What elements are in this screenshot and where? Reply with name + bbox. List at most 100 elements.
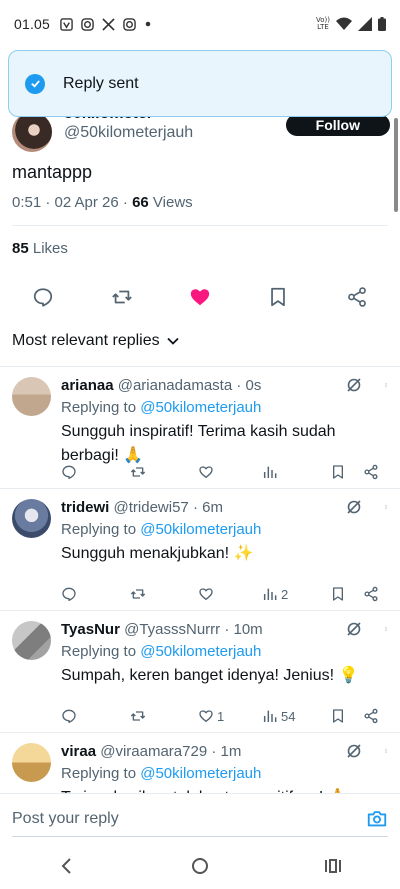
views-button[interactable]: 54	[262, 708, 330, 724]
reply-composer	[0, 793, 400, 843]
grok-icon[interactable]	[346, 377, 362, 393]
input-underline	[12, 836, 388, 837]
like-icon	[199, 466, 213, 478]
status-time: 01.05	[14, 16, 51, 32]
post-text: mantappp	[12, 162, 93, 182]
like-icon-filled[interactable]	[189, 286, 211, 308]
likes-count: 85	[12, 240, 29, 257]
reply-button[interactable]	[61, 708, 130, 724]
bookmark-icon	[333, 587, 343, 601]
replying-prefix: Replying to	[61, 521, 141, 538]
reply-action-bar	[61, 464, 388, 480]
repost-icon	[130, 467, 146, 477]
reply-avatar[interactable]	[12, 377, 51, 416]
reply-avatar[interactable]	[12, 621, 51, 660]
reply-header: TyasNur @TyasssNurrr · 10m	[61, 619, 388, 641]
repost-button[interactable]	[130, 708, 198, 724]
reply-icon[interactable]	[32, 286, 54, 308]
reply-text: Sungguh inspiratif! Terima kasih sudah b…	[61, 423, 336, 464]
reply-item[interactable]: TyasNur @TyasssNurrr · 10m Replying to @…	[0, 611, 400, 733]
reply-author-handle[interactable]: @tridewi57 · 6m	[114, 499, 223, 516]
system-nav-bar	[0, 843, 400, 889]
share-button[interactable]	[363, 708, 379, 724]
status-bar: 01.05 Vo)) LTE	[0, 0, 400, 48]
author-handle[interactable]: @50kilometerjauh	[64, 123, 193, 143]
views-count[interactable]: 66	[132, 194, 149, 211]
repost-button[interactable]	[130, 586, 198, 602]
reply-action-bar: 1 54	[61, 708, 388, 724]
replying-to-handle[interactable]: @50kilometerjauh	[140, 765, 261, 782]
share-icon	[364, 708, 378, 724]
recents-icon[interactable]	[324, 857, 342, 875]
battery-icon	[378, 17, 386, 31]
like-icon	[199, 588, 213, 600]
reply-author-handle[interactable]: @arianadamasta · 0s	[118, 377, 262, 394]
scrollbar-thumb[interactable]	[394, 118, 398, 212]
views-button[interactable]	[262, 464, 330, 480]
reply-avatar[interactable]	[12, 743, 51, 782]
like-icon	[199, 710, 213, 722]
sort-dropdown[interactable]: Most relevant replies	[0, 324, 400, 358]
replying-to-handle[interactable]: @50kilometerjauh	[140, 521, 261, 538]
replying-to: Replying to @50kilometerjauh	[61, 763, 388, 785]
post-action-bar	[0, 270, 400, 324]
repost-icon	[130, 589, 146, 599]
reply-author-name[interactable]: tridewi	[61, 499, 109, 516]
reply-author-name[interactable]: TyasNur	[61, 621, 120, 638]
share-button[interactable]	[363, 464, 379, 480]
views-icon	[263, 710, 277, 722]
replying-to-handle[interactable]: @50kilometerjauh	[140, 399, 261, 416]
author-avatar[interactable]	[12, 112, 52, 152]
more-options-icon[interactable]	[384, 744, 388, 758]
replying-to-handle[interactable]: @50kilometerjauh	[140, 643, 261, 660]
reply-avatar[interactable]	[12, 499, 51, 538]
views-button[interactable]: 2	[262, 586, 330, 602]
reply-author-name[interactable]: viraa	[61, 743, 96, 760]
reply-item[interactable]: tridewi @tridewi57 · 6m Replying to @50k…	[0, 489, 400, 611]
share-icon	[364, 586, 378, 602]
more-options-icon[interactable]	[384, 378, 388, 392]
grok-icon[interactable]	[346, 499, 362, 515]
instagram-icon	[123, 17, 136, 31]
reply-button[interactable]	[61, 464, 130, 480]
replying-to: Replying to @50kilometerjauh	[61, 519, 388, 541]
share-icon[interactable]	[346, 286, 368, 308]
more-options-icon[interactable]	[384, 622, 388, 636]
camera-icon[interactable]	[366, 808, 388, 830]
chevron-down-icon	[166, 337, 179, 345]
reply-text: Sumpah, keren banget idenya! Jenius! 💡	[61, 667, 359, 684]
share-button[interactable]	[363, 586, 379, 602]
reply-icon	[62, 465, 76, 479]
like-button[interactable]: 1	[198, 708, 262, 724]
like-button[interactable]	[198, 586, 262, 602]
repost-icon[interactable]	[111, 286, 133, 308]
back-icon[interactable]	[58, 857, 76, 875]
bookmark-button[interactable]	[330, 708, 363, 724]
views-count: 2	[281, 586, 289, 602]
grok-icon[interactable]	[346, 743, 362, 759]
home-icon[interactable]	[191, 857, 209, 875]
views-icon	[263, 466, 277, 478]
reply-author-handle[interactable]: @TyasssNurrr · 10m	[124, 621, 263, 638]
repost-button[interactable]	[130, 464, 198, 480]
grok-icon[interactable]	[346, 621, 362, 637]
reply-input[interactable]	[12, 809, 366, 828]
bookmark-button[interactable]	[330, 464, 363, 480]
reply-header: arianaa @arianadamasta · 0s	[61, 375, 388, 397]
reply-list: arianaa @arianadamasta · 0s Replying to …	[0, 367, 400, 855]
network-label: Vo)) LTE	[316, 16, 330, 31]
follow-button[interactable]: Follow	[285, 114, 390, 136]
more-options-icon[interactable]	[384, 500, 388, 514]
signal-icon	[358, 17, 372, 31]
reply-button[interactable]	[61, 586, 130, 602]
like-button[interactable]	[198, 464, 262, 480]
bookmark-icon[interactable]	[267, 286, 289, 308]
replying-prefix: Replying to	[61, 765, 141, 782]
bookmark-button[interactable]	[330, 586, 363, 602]
x-icon	[102, 17, 115, 31]
reply-item[interactable]: arianaa @arianadamasta · 0s Replying to …	[0, 367, 400, 489]
reply-author-handle[interactable]: @viraamara729 · 1m	[100, 743, 241, 760]
views-count: 54	[281, 708, 296, 724]
likes-row[interactable]: 85 Likes	[0, 238, 400, 260]
reply-author-name[interactable]: arianaa	[61, 377, 114, 394]
